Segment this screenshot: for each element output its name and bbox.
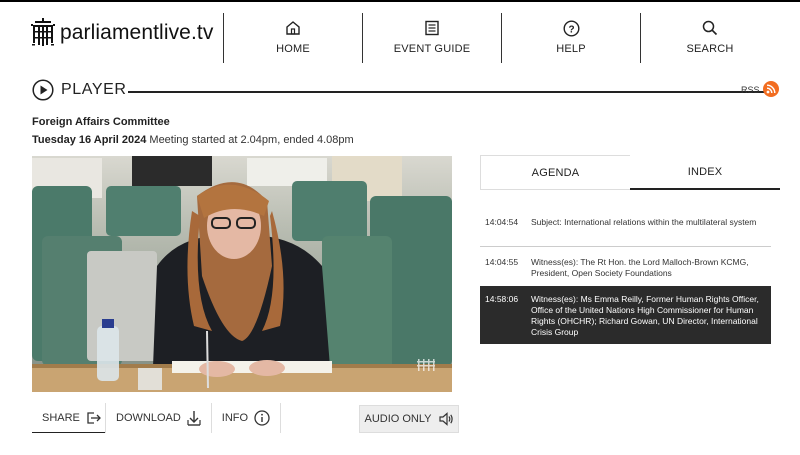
share-icon [86,411,102,425]
guide-icon [424,19,440,37]
nav-help[interactable]: ? HELP [501,13,640,63]
index-entry[interactable]: 14:04:55 Witness(es): The Rt Hon. the Lo… [480,253,771,286]
meeting-date: Tuesday 16 April 2024 [32,134,147,146]
nav-event-guide-label: EVENT GUIDE [393,43,471,55]
video-frame-image [32,156,452,392]
index-text: Witness(es): The Rt Hon. the Lord Malloc… [531,257,749,278]
share-button[interactable]: SHARE [32,403,105,433]
index-text: Subject: International relations within … [531,217,757,227]
info-label: INFO [221,412,249,424]
top-border [0,0,800,2]
index-entry-active[interactable]: 14:58:06 Witness(es): Ms Emma Reilly, Fo… [480,286,771,344]
index-time: 14:04:54 [485,217,519,227]
site-logo[interactable]: parliamentlive.tv [30,16,213,50]
tab-index[interactable]: INDEX [630,155,780,190]
player-divider [128,91,768,93]
speaker-icon [438,411,454,427]
rss-icon[interactable] [763,81,779,97]
audio-only-label: AUDIO ONLY [364,413,432,425]
nav-help-label: HELP [556,43,586,55]
committee-title: Foreign Affairs Committee [32,116,170,128]
video-player[interactable] [32,156,452,392]
nav-search[interactable]: SEARCH [640,13,779,63]
player-header: PLAYER RSS [32,79,780,103]
index-entry[interactable]: 14:04:54 Subject: International relation… [480,212,771,247]
info-button[interactable]: INFO [212,403,280,433]
meeting-info: Tuesday 16 April 2024 Meeting started at… [32,134,354,146]
search-icon [702,19,718,37]
portcullis-icon [31,18,55,46]
svg-text:?: ? [568,24,574,35]
nav-home-label: HOME [276,43,310,55]
nav-home[interactable]: HOME [223,13,362,63]
meeting-times: Meeting started at 2.04pm, ended 4.08pm [149,134,354,146]
index-time: 14:04:55 [485,257,519,267]
home-icon [285,19,301,37]
index-time: 14:58:06 [485,294,519,304]
index-text: Witness(es): Ms Emma Reilly, Former Huma… [531,294,759,337]
download-icon [187,410,201,426]
nav-event-guide[interactable]: EVENT GUIDE [362,13,501,63]
separator [280,403,282,433]
help-icon: ? [562,19,580,37]
download-button[interactable]: DOWNLOAD [106,403,211,433]
logo-text: parliamentlive.tv [60,21,214,44]
nav-search-label: SEARCH [686,43,734,55]
play-icon[interactable] [32,79,54,101]
download-label: DOWNLOAD [116,412,181,424]
tab-agenda[interactable]: AGENDA [480,155,630,190]
audio-only-button[interactable]: AUDIO ONLY [359,405,459,433]
rss-label[interactable]: RSS [741,85,760,95]
main-nav: HOME EVENT GUIDE ? HELP SEARCH [223,13,779,63]
agenda-index-tabs: AGENDA INDEX [480,155,780,191]
info-icon [254,410,270,426]
player-title: PLAYER [61,81,127,98]
player-controls: SHARE DOWNLOAD INFO [32,403,282,433]
share-label: SHARE [42,411,80,424]
